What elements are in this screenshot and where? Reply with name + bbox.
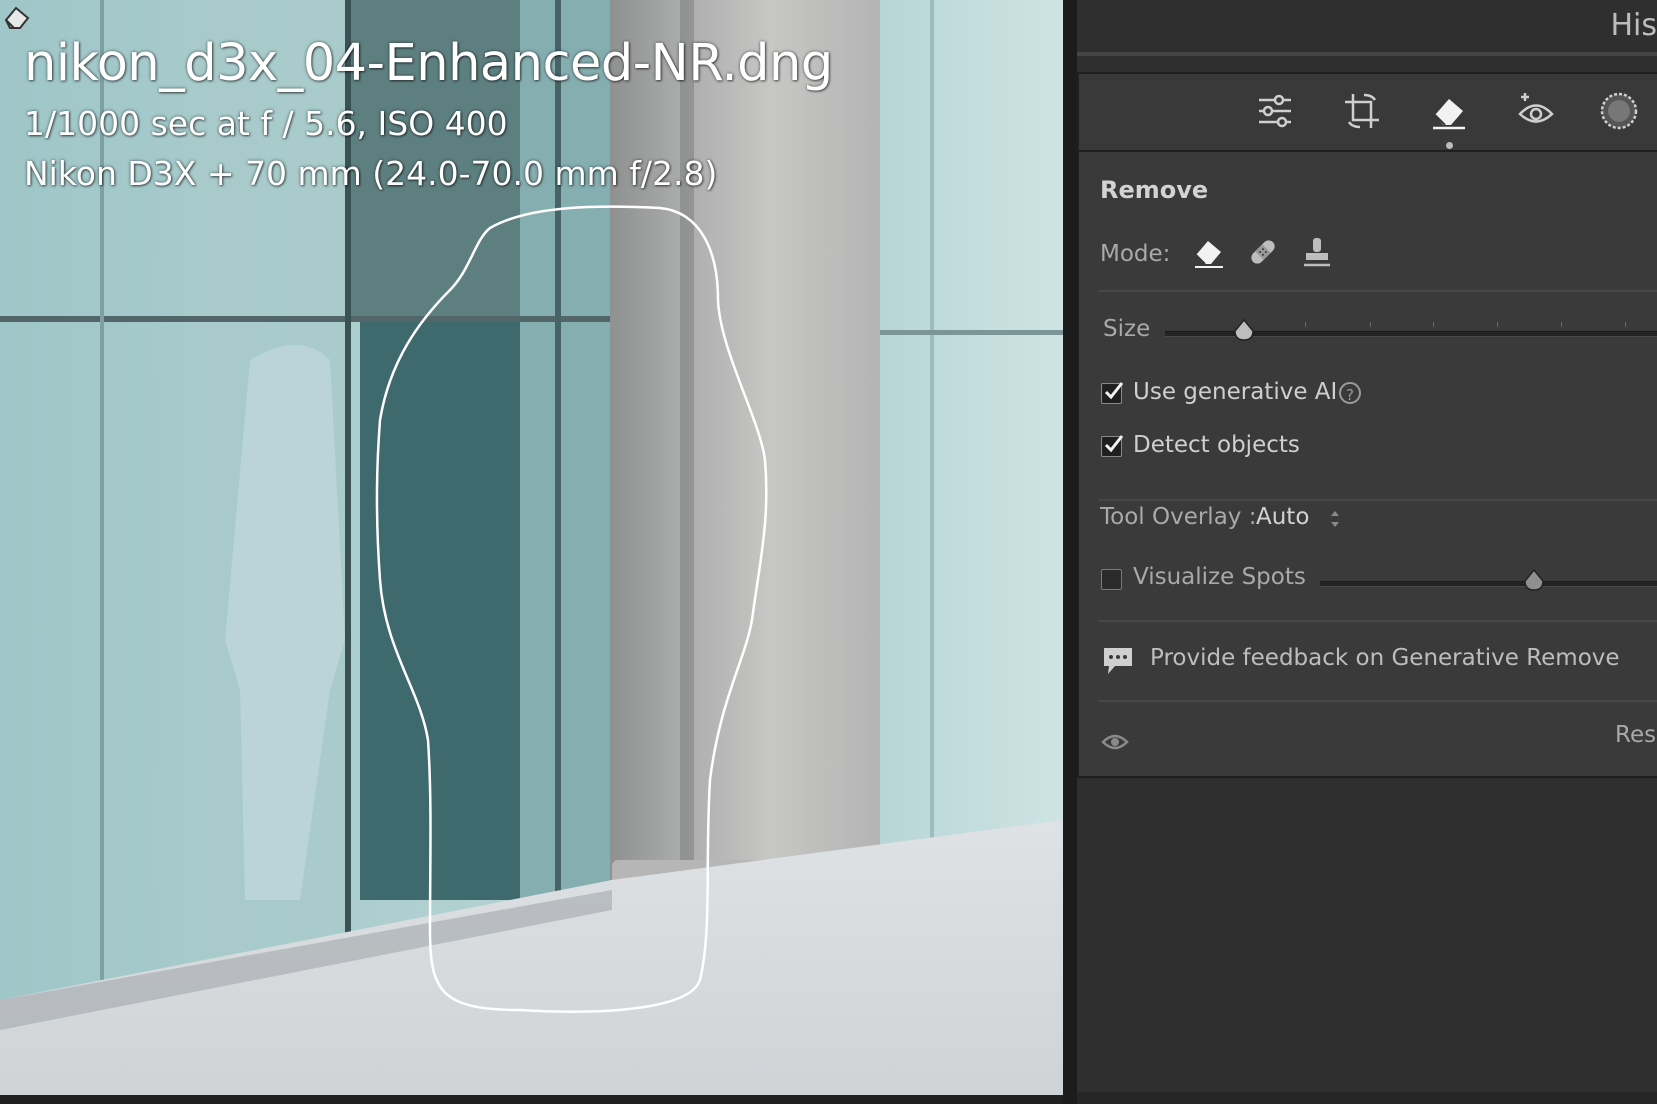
redeye-icon — [1518, 93, 1554, 123]
mode-heal-button[interactable] — [1243, 232, 1283, 272]
slider-tick — [1497, 322, 1498, 327]
slider-tick — [1305, 322, 1306, 327]
size-slider[interactable] — [1165, 319, 1657, 341]
use-generative-ai-checkbox[interactable] — [1101, 382, 1124, 404]
tool-redeye-button[interactable] — [1511, 86, 1561, 136]
remove-mode-icon — [1195, 241, 1223, 268]
help-icon[interactable]: ? — [1339, 382, 1361, 404]
edit-panel: His Remove Mode: Size Use generative AI … — [1077, 0, 1657, 1104]
camera-lens-info: Nikon D3X + 70 mm (24.0-70.0 mm f/2.8) — [24, 154, 718, 193]
panel-bottom-bar — [1077, 1092, 1657, 1104]
detect-objects-checkbox[interactable] — [1101, 435, 1124, 457]
visualize-spots-checkbox[interactable] — [1101, 569, 1122, 590]
eraser-cursor-icon — [4, 6, 30, 29]
crop-icon — [1345, 93, 1379, 129]
panel-divider[interactable] — [1063, 0, 1077, 1104]
visualize-slider-thumb[interactable] — [1523, 569, 1545, 593]
tool-remove-button[interactable] — [1424, 86, 1474, 136]
separator — [1099, 700, 1657, 702]
separator — [1099, 290, 1657, 292]
mode-clone-button[interactable] — [1297, 232, 1337, 272]
panel-title: Remove — [1100, 176, 1209, 204]
use-generative-ai-label[interactable]: Use generative AI — [1133, 379, 1337, 405]
panel-top-line — [1077, 52, 1657, 56]
tool-edit-button[interactable] — [1250, 86, 1300, 136]
exposure-info: 1/1000 sec at f / 5.6, ISO 400 — [24, 104, 508, 143]
photo-bottom-bar — [0, 1095, 1063, 1104]
tool-mask-button[interactable] — [1594, 86, 1644, 136]
visualize-spots-label[interactable]: Visualize Spots — [1133, 564, 1306, 590]
clone-mode-icon — [1304, 238, 1330, 267]
visualize-spots-slider[interactable] — [1320, 569, 1657, 591]
detect-objects-label[interactable]: Detect objects — [1133, 432, 1300, 458]
slider-tick — [1370, 322, 1371, 327]
slider-tick — [1561, 322, 1562, 327]
size-label: Size — [1103, 316, 1151, 342]
heal-mode-icon — [1251, 240, 1275, 264]
history-tab[interactable]: His — [1610, 8, 1657, 43]
reset-button[interactable]: Rese — [1615, 722, 1657, 748]
slider-tick — [1433, 322, 1434, 327]
select-arrows-icon[interactable] — [1329, 508, 1341, 530]
mode-label: Mode: — [1100, 241, 1171, 267]
checkmark-icon — [1104, 435, 1124, 453]
tool-overlay-label: Tool Overlay : — [1100, 504, 1257, 530]
separator — [1099, 499, 1657, 501]
mode-remove-button[interactable] — [1189, 232, 1229, 272]
remove-panel: Remove Mode: Size Use generative AI ? De… — [1077, 152, 1657, 778]
eye-icon[interactable] — [1101, 730, 1129, 754]
tool-overlay-select[interactable]: Auto — [1256, 504, 1309, 530]
file-name: nikon_d3x_04-Enhanced-NR.dng — [24, 34, 833, 93]
sliders-icon — [1259, 94, 1291, 128]
eraser-icon — [1433, 99, 1465, 130]
checkmark-icon — [1104, 382, 1124, 400]
size-slider-thumb[interactable] — [1233, 319, 1255, 343]
tool-crop-button[interactable] — [1337, 86, 1387, 136]
slider-tick — [1625, 322, 1626, 327]
active-tool-indicator — [1446, 142, 1453, 149]
separator — [1099, 620, 1657, 622]
feedback-link[interactable]: Provide feedback on Generative Remove — [1150, 645, 1620, 671]
photo-canvas[interactable]: nikon_d3x_04-Enhanced-NR.dng 1/1000 sec … — [0, 0, 1063, 1095]
mask-icon — [1600, 92, 1638, 130]
feedback-icon[interactable] — [1101, 645, 1135, 677]
tool-strip — [1077, 72, 1657, 152]
